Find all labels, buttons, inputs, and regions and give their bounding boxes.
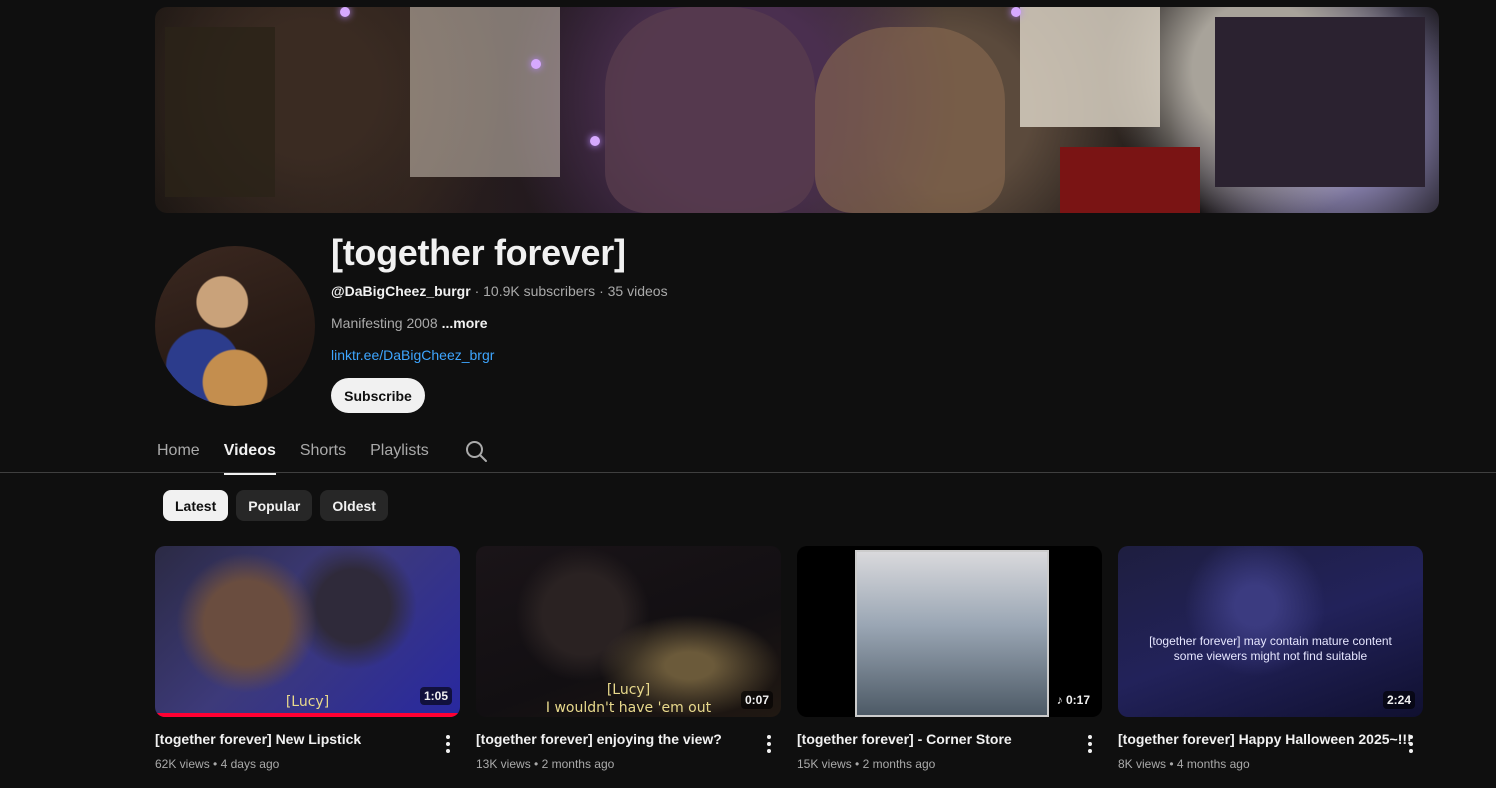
video-card[interactable]: [together forever] may contain mature co… xyxy=(1118,546,1423,771)
banner-character xyxy=(605,7,815,213)
caption-speaker: [Lucy] xyxy=(606,682,651,698)
video-thumbnail[interactable]: [Lucy] 1:05 xyxy=(155,546,460,717)
more-link[interactable]: ...more xyxy=(442,315,488,331)
banner-character xyxy=(815,27,1005,213)
view-count: 13K views xyxy=(476,757,531,771)
video-thumbnail[interactable]: [Lucy] I wouldn't have 'em out 0:07 xyxy=(476,546,781,717)
video-duration: 1:05 xyxy=(419,687,452,705)
video-card[interactable]: [Lucy] I wouldn't have 'em out 0:07 [tog… xyxy=(476,546,781,771)
banner-light xyxy=(590,136,600,146)
banner-poster xyxy=(1215,17,1425,187)
channel-meta: @DaBigCheez_burgr · 10.9K subscribers · … xyxy=(331,283,668,299)
meta-separator: · xyxy=(599,283,604,299)
banner-light xyxy=(340,7,350,17)
sort-chips: Latest Popular Oldest xyxy=(163,490,388,521)
channel-avatar[interactable] xyxy=(155,246,315,406)
caption-line: I wouldn't have 'em out xyxy=(545,700,712,716)
meta-dot: • xyxy=(213,757,218,771)
meta-dot: • xyxy=(1169,757,1174,771)
view-count: 15K views xyxy=(797,757,852,771)
banner-poster xyxy=(410,7,560,177)
tab-videos[interactable]: Videos xyxy=(223,438,277,475)
video-meta: 13K views • 2 months ago xyxy=(476,757,614,771)
video-count: 35 videos xyxy=(607,283,668,299)
video-meta: 62K views • 4 days ago xyxy=(155,757,279,771)
upload-age: 2 months ago xyxy=(541,757,615,771)
game-cover-art xyxy=(855,550,1049,717)
upload-age: 2 months ago xyxy=(862,757,936,771)
notice-line: some viewers might not find suitable xyxy=(1173,649,1368,663)
view-count: 62K views xyxy=(155,757,210,771)
meta-dot: • xyxy=(534,757,539,771)
duration-value: 0:17 xyxy=(1065,693,1090,707)
more-options-icon[interactable] xyxy=(436,732,460,756)
channel-description[interactable]: Manifesting 2008 ...more xyxy=(331,315,488,331)
banner-light xyxy=(531,59,541,69)
upload-age: 4 months ago xyxy=(1176,757,1250,771)
channel-banner xyxy=(155,7,1439,213)
more-options-icon[interactable] xyxy=(1078,732,1102,756)
video-meta: 8K views • 4 months ago xyxy=(1118,757,1250,771)
video-duration: 2:24 xyxy=(1382,691,1415,709)
notice-line: [together forever] may contain mature co… xyxy=(1149,634,1392,648)
channel-handle: @DaBigCheez_burgr xyxy=(331,283,471,299)
more-options-icon[interactable] xyxy=(1399,732,1423,756)
video-duration: ♪ 0:17 xyxy=(1052,691,1094,709)
video-card[interactable]: ♪ 0:17 [together forever] - Corner Store… xyxy=(797,546,1102,771)
tab-shorts[interactable]: Shorts xyxy=(300,438,346,472)
video-title[interactable]: [together forever] enjoying the view? xyxy=(476,731,748,747)
content-warning: [together forever] may contain mature co… xyxy=(1138,634,1403,664)
video-duration: 0:07 xyxy=(740,691,773,709)
thumbnail-caption: [Lucy] xyxy=(285,694,330,710)
video-card[interactable]: [Lucy] 1:05 [together forever] New Lipst… xyxy=(155,546,460,771)
thumbnail-caption: [Lucy] I wouldn't have 'em out xyxy=(476,681,781,717)
meta-dot: • xyxy=(855,757,860,771)
more-options-icon[interactable] xyxy=(757,732,781,756)
subscribe-button[interactable]: Subscribe xyxy=(331,378,425,413)
channel-title: [together forever] xyxy=(331,232,626,273)
video-meta: 15K views • 2 months ago xyxy=(797,757,935,771)
banner-poster xyxy=(1020,7,1160,127)
video-title[interactable]: [together forever] - Corner Store xyxy=(797,731,1069,747)
video-thumbnail[interactable]: ♪ 0:17 xyxy=(797,546,1102,717)
search-icon[interactable] xyxy=(464,439,488,463)
chip-oldest[interactable]: Oldest xyxy=(320,490,388,521)
description-text: Manifesting 2008 xyxy=(331,315,438,331)
chip-popular[interactable]: Popular xyxy=(236,490,313,521)
video-thumbnail[interactable]: [together forever] may contain mature co… xyxy=(1118,546,1423,717)
banner-poster xyxy=(1060,147,1200,213)
view-count: 8K views xyxy=(1118,757,1167,771)
chip-latest[interactable]: Latest xyxy=(163,490,229,521)
banner-poster xyxy=(165,27,275,197)
video-title[interactable]: [together forever] Happy Halloween 2025~… xyxy=(1118,731,1412,747)
channel-tabs: Home Videos Shorts Playlists xyxy=(157,438,453,475)
tab-playlists[interactable]: Playlists xyxy=(370,438,429,472)
tabs-divider xyxy=(0,472,1496,473)
video-title[interactable]: [together forever] New Lipstick xyxy=(155,731,427,747)
watch-progress-bar xyxy=(155,713,460,717)
channel-link[interactable]: linktr.ee/DaBigCheez_brgr xyxy=(331,347,494,363)
video-grid: [Lucy] 1:05 [together forever] New Lipst… xyxy=(155,546,1423,771)
subscriber-count: 10.9K subscribers xyxy=(483,283,596,299)
upload-age: 4 days ago xyxy=(220,757,280,771)
banner-light xyxy=(1011,7,1021,17)
tab-home[interactable]: Home xyxy=(157,438,200,472)
meta-separator: · xyxy=(474,283,480,299)
